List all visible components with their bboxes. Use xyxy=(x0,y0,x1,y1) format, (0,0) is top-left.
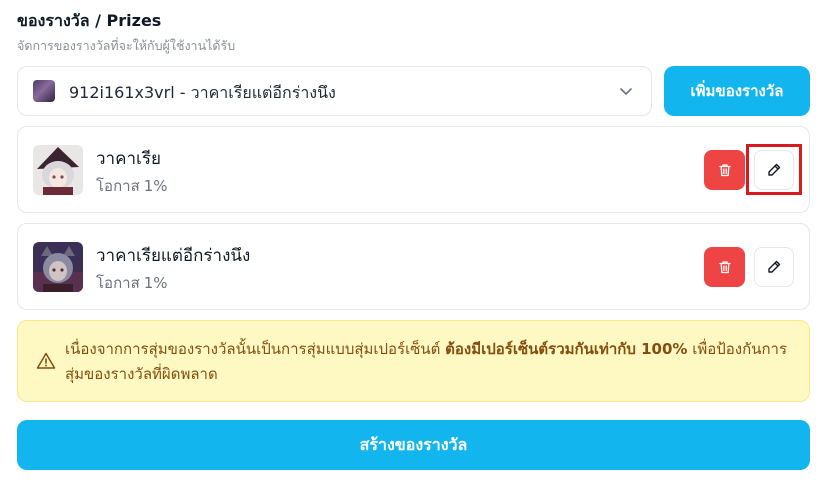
prizes-title: ของรางวัล / Prizes xyxy=(17,11,162,30)
warning-text: เนื่องจากการสุ่มของรางวัลนั้นเป็นการสุ่ม… xyxy=(65,337,795,387)
edit-prize-button[interactable] xyxy=(754,247,794,287)
prize-card: วาคาเรีย โอกาส 1% xyxy=(17,126,810,213)
edit-prize-button[interactable] xyxy=(754,150,794,190)
prize-chance: โอกาส 1% xyxy=(96,271,168,295)
prize-name: วาคาเรีย xyxy=(96,149,161,169)
pencil-icon xyxy=(768,260,781,273)
trash-icon xyxy=(718,164,731,177)
delete-prize-button[interactable] xyxy=(704,247,745,287)
prize-chance-label: โอกาส xyxy=(96,177,140,195)
delete-prize-button[interactable] xyxy=(704,150,745,190)
add-prize-button[interactable]: เพิ่มของรางวัล xyxy=(664,66,810,116)
pool-separator: - xyxy=(174,83,191,102)
prize-name: วาคาเรียแต่อีกร่างนึง xyxy=(96,246,251,266)
prize-pool-select[interactable]: 912i161x3vrl - วาคาเรียแต่อีกร่างนึง xyxy=(17,66,652,116)
trash-icon xyxy=(718,261,731,274)
warning-triangle-icon xyxy=(36,352,56,369)
pool-name: วาคาเรียแต่อีกร่างนึง xyxy=(190,83,336,102)
create-prize-button[interactable]: สร้างของรางวัล xyxy=(17,420,810,470)
prize-card: วาคาเรียแต่อีกร่างนึง โอกาส 1% xyxy=(17,223,810,310)
warning-text-bold: ต้องมีเปอร์เซ็นต์รวมกันเท่ากับ 100% xyxy=(445,340,688,358)
pool-select-label: 912i161x3vrl - วาคาเรียแต่อีกร่างนึง xyxy=(69,81,336,106)
pencil-icon xyxy=(768,163,781,176)
prizes-subtitle: จัดการของรางวัลที่จะให้กับผู้ใช้งานได้รั… xyxy=(17,38,236,53)
prize-chance-value: 1% xyxy=(143,274,168,292)
warning-banner: เนื่องจากการสุ่มของรางวัลนั้นเป็นการสุ่ม… xyxy=(17,320,810,402)
pool-thumbnail xyxy=(33,80,55,102)
prize-avatar xyxy=(33,242,83,292)
chevron-down-icon[interactable] xyxy=(618,83,634,99)
prize-avatar xyxy=(33,145,83,195)
pool-code: 912i161x3vrl xyxy=(69,83,175,102)
prize-chance-value: 1% xyxy=(143,177,168,195)
warning-text-before: เนื่องจากการสุ่มของรางวัลนั้นเป็นการสุ่ม… xyxy=(65,340,446,358)
prize-chance-label: โอกาส xyxy=(96,274,140,292)
prize-chance: โอกาส 1% xyxy=(96,174,168,198)
